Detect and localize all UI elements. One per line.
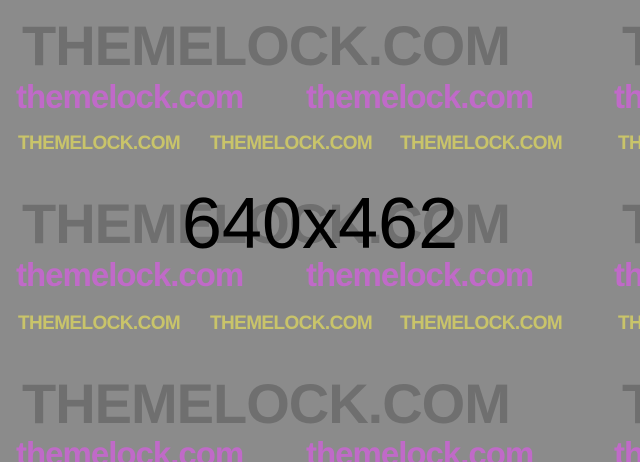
watermark-small: THEMELOCK.COM [400, 313, 563, 334]
watermark-medium: themelock.com [306, 78, 534, 115]
watermark-small: THEMELOCK.COM [618, 133, 640, 154]
watermark-medium: themelock.com [614, 435, 640, 462]
watermark-small: THEMELOCK.COM [18, 313, 181, 334]
dimensions-label: 640x462 [181, 184, 459, 264]
watermark-large: THEMELOCK.COM [622, 14, 640, 77]
watermark-medium: themelock.com [16, 435, 244, 462]
watermark-large: THEMELOCK.COM [22, 372, 511, 435]
watermark-small: THEMELOCK.COM [618, 313, 640, 334]
watermark-small: THEMELOCK.COM [210, 313, 373, 334]
watermark-small: THEMELOCK.COM [18, 133, 181, 154]
watermark-large: THEMELOCK.COM [22, 14, 511, 77]
watermark-medium: themelock.com [614, 78, 640, 115]
watermark-small: THEMELOCK.COM [400, 133, 563, 154]
watermark-medium: themelock.com [306, 435, 534, 462]
watermark-medium: themelock.com [614, 256, 640, 293]
watermark-large: THEMELOCK.COM [622, 372, 640, 435]
watermark-medium: themelock.com [16, 78, 244, 115]
watermark-small: THEMELOCK.COM [210, 133, 373, 154]
